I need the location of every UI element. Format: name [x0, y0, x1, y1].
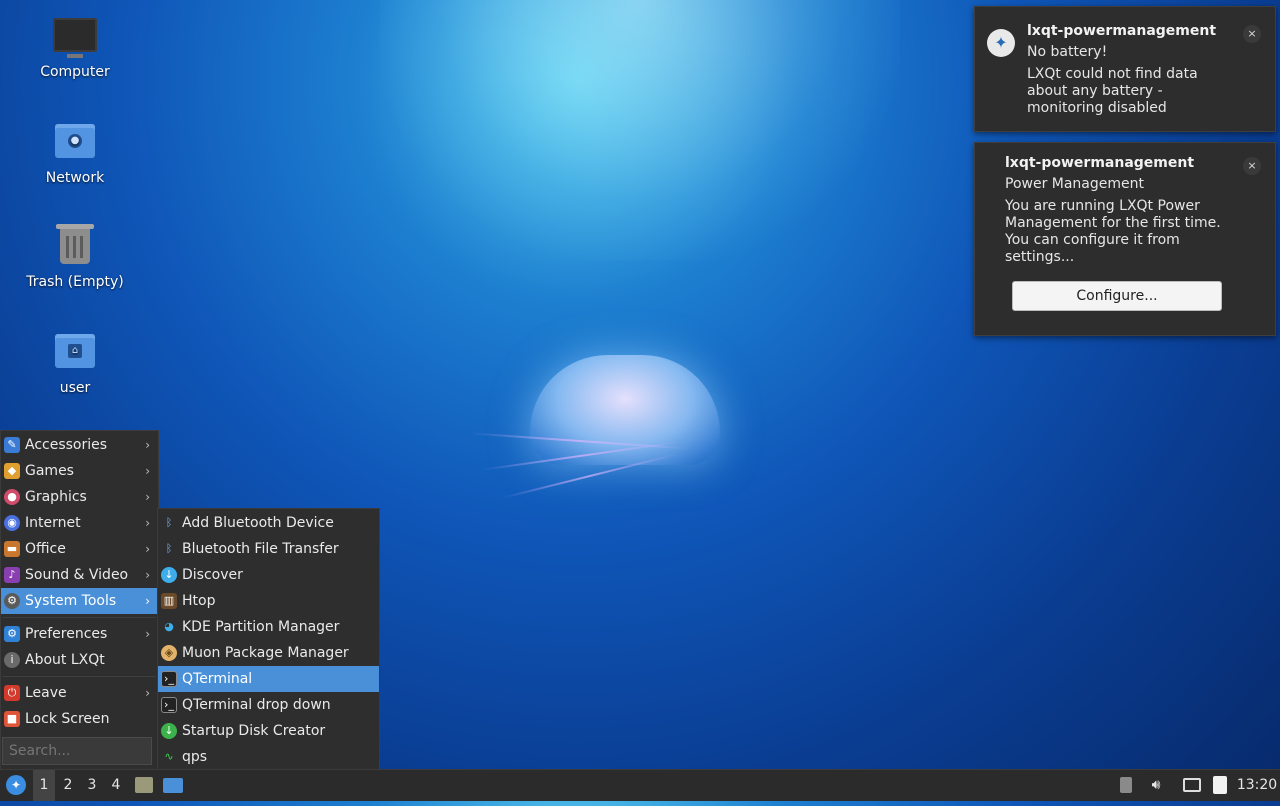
menu-item-htop[interactable]: ▥ Htop — [158, 588, 379, 614]
taskbar: ✦ 1 2 3 4 🔊︎ 13:20 — [0, 769, 1280, 801]
menu-item-office[interactable]: ▬ Office › — [1, 536, 158, 562]
eject-icon — [1120, 777, 1132, 793]
desktop-icon-label: Trash (Empty) — [26, 274, 124, 290]
menu-item-lock-screen[interactable]: ■ Lock Screen — [1, 706, 158, 732]
desktop-icon-user[interactable]: ⌂ user — [20, 334, 130, 396]
graphics-icon: ● — [4, 489, 20, 505]
desktop-icon-trash[interactable]: Trash (Empty) — [20, 224, 130, 290]
network-tray-button[interactable] — [1180, 770, 1204, 801]
sound-video-icon: ♪ — [4, 567, 20, 583]
notification-app-name: lxqt-powermanagement — [1005, 155, 1195, 171]
menu-item-muon-package-manager[interactable]: ◈ Muon Package Manager — [158, 640, 379, 666]
lock-icon: ■ — [4, 711, 20, 727]
menu-separator — [3, 617, 156, 618]
menu-separator — [3, 676, 156, 677]
network-folder-icon: ● — [53, 124, 97, 164]
workspace-3[interactable]: 3 — [81, 770, 103, 801]
notification-app-name: lxqt-powermanagement — [1027, 23, 1217, 39]
office-icon: ▬ — [4, 541, 20, 557]
bluetooth-icon: ᛒ — [165, 516, 173, 529]
main-menu: ✎ Accessories › ◆ Games › ● Graphics › ◉ Intern… — [0, 430, 159, 770]
menu-item-graphics[interactable]: ● Graphics › — [1, 484, 158, 510]
main-menu-button[interactable]: ✦ — [4, 770, 28, 801]
preferences-icon: ⚙ — [4, 626, 20, 642]
htop-icon: ▥ — [161, 593, 177, 609]
menu-item-kde-partition-manager[interactable]: ◕ KDE Partition Manager — [158, 614, 379, 640]
lxqt-icon: ✦ — [987, 29, 1015, 57]
menu-item-games[interactable]: ◆ Games › — [1, 458, 158, 484]
discover-icon: ↓ — [161, 567, 177, 583]
computer-icon — [53, 18, 97, 58]
menu-item-startup-disk-creator[interactable]: ↓ Startup Disk Creator — [158, 718, 379, 744]
menu-item-qterminal[interactable]: ›_ QTerminal — [158, 666, 379, 692]
menu-item-internet[interactable]: ◉ Internet › — [1, 510, 158, 536]
info-icon: i — [4, 652, 20, 668]
menu-item-sound-video[interactable]: ♪ Sound & Video › — [1, 562, 158, 588]
qps-icon: ∿ — [164, 750, 174, 763]
clock[interactable]: 13:20 — [1236, 770, 1278, 801]
volume-icon: 🔊︎ — [1151, 777, 1161, 793]
terminal-icon: ›_ — [161, 671, 177, 687]
desktop-icon — [163, 778, 183, 793]
notification-power-management[interactable]: × lxqt-powermanagement Power Management … — [974, 142, 1276, 336]
desktop-icon-computer[interactable]: Computer — [20, 18, 130, 80]
bluetooth-icon: ᛒ — [165, 542, 173, 555]
menu-item-leave[interactable]: ⏻ Leave › — [1, 680, 158, 706]
workspace-2[interactable]: 2 — [57, 770, 79, 801]
menu-item-bluetooth-file-transfer[interactable]: ᛒ Bluetooth File Transfer — [158, 536, 379, 562]
wallpaper-light — [380, 0, 900, 260]
desktop-icon-label: user — [59, 380, 91, 396]
lxqt-icon: ✦ — [6, 775, 26, 795]
desktop-icon-network[interactable]: ● Network — [20, 124, 130, 186]
show-desktop-button[interactable] — [161, 770, 185, 801]
clipboard-tray-button[interactable] — [1209, 770, 1231, 801]
accessories-icon: ✎ — [4, 437, 20, 453]
system-tools-submenu: ᛒ Add Bluetooth Device ᛒ Bluetooth File Tr… — [157, 508, 380, 770]
home-folder-icon: ⌂ — [53, 334, 97, 374]
menu-item-accessories[interactable]: ✎ Accessories › — [1, 432, 158, 458]
menu-item-qps[interactable]: ∿ qps — [158, 744, 379, 770]
menu-search-input[interactable] — [2, 737, 152, 765]
notification-summary: No battery! — [1027, 44, 1108, 60]
file-manager-icon — [135, 777, 153, 793]
notification-no-battery[interactable]: ✦ × lxqt-powermanagement No battery! LXQ… — [974, 6, 1276, 132]
terminal-icon: ›_ — [161, 697, 177, 713]
volume-button[interactable]: 🔊︎ — [1145, 770, 1167, 801]
notification-body: LXQt could not find data about any batte… — [1027, 66, 1198, 116]
system-tools-icon: ⚙ — [4, 593, 20, 609]
notification-body: You are running LXQt Power Management fo… — [1005, 198, 1221, 265]
internet-icon: ◉ — [4, 515, 20, 531]
file-manager-launcher[interactable] — [133, 770, 155, 801]
menu-item-discover[interactable]: ↓ Discover — [158, 562, 379, 588]
close-icon[interactable]: × — [1243, 157, 1261, 175]
partition-manager-icon: ◕ — [164, 620, 174, 633]
package-manager-icon: ◈ — [161, 645, 177, 661]
games-icon: ◆ — [4, 463, 20, 479]
menu-item-preferences[interactable]: ⚙ Preferences › — [1, 621, 158, 647]
workspace-1[interactable]: 1 — [33, 770, 55, 801]
workspace-4[interactable]: 4 — [105, 770, 127, 801]
menu-item-qterminal-drop-down[interactable]: ›_ QTerminal drop down — [158, 692, 379, 718]
clipboard-icon — [1213, 776, 1227, 794]
removable-media-button[interactable] — [1116, 770, 1136, 801]
desktop-icon-label: Computer — [40, 64, 110, 80]
configure-button[interactable]: Configure... — [1012, 281, 1222, 311]
menu-item-about-lxqt[interactable]: i About LXQt — [1, 647, 158, 673]
power-icon: ⏻ — [4, 685, 20, 701]
menu-item-add-bluetooth-device[interactable]: ᛒ Add Bluetooth Device — [158, 510, 379, 536]
menu-item-system-tools[interactable]: ⚙ System Tools › — [1, 588, 158, 614]
trash-icon — [53, 224, 97, 268]
network-icon — [1183, 778, 1201, 792]
notification-summary: Power Management — [1005, 176, 1145, 192]
desktop-icon-label: Network — [45, 170, 105, 186]
startup-disk-icon: ↓ — [161, 723, 177, 739]
